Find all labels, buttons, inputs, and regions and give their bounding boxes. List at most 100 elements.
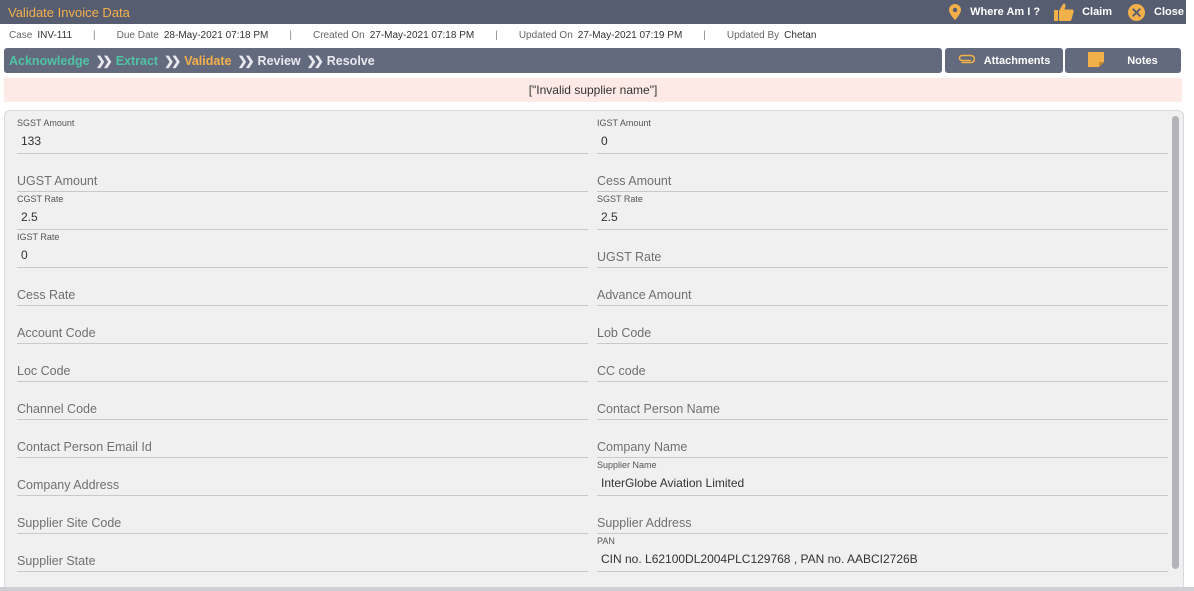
field-placeholder: Loc Code bbox=[17, 364, 71, 378]
updated-on-value: 27-May-2021 07:19 PM bbox=[577, 29, 683, 41]
company-address-field[interactable]: Company Address bbox=[17, 458, 588, 496]
step-acknowledge[interactable]: Acknowledge bbox=[9, 54, 90, 68]
field-placeholder: CC code bbox=[597, 364, 646, 378]
contact-person-name-field[interactable]: Contact Person Name bbox=[597, 382, 1168, 420]
lob-code-field[interactable]: Lob Code bbox=[597, 306, 1168, 344]
created-on-label: Created On bbox=[313, 29, 365, 41]
field-placeholder: Contact Person Name bbox=[597, 402, 720, 416]
company-name-field[interactable]: Company Name bbox=[597, 420, 1168, 458]
ugst-amount-field[interactable]: UGST Amount bbox=[17, 154, 588, 192]
where-am-i-label: Where Am I ? bbox=[970, 6, 1041, 18]
title-bar: Validate Invoice Data Where Am I ? Claim… bbox=[0, 0, 1194, 24]
account-code-field[interactable]: Account Code bbox=[17, 306, 588, 344]
page-scrollbar[interactable] bbox=[1186, 0, 1194, 591]
claim-label: Claim bbox=[1082, 6, 1113, 18]
pan-field[interactable]: PAN CIN no. L62100DL2004PLC129768 , PAN … bbox=[597, 534, 1168, 572]
step-review[interactable]: Review bbox=[258, 54, 301, 68]
case-meta-row: Case INV-111 | Due Date 28-May-2021 07:1… bbox=[0, 24, 1194, 46]
due-date-value: 28-May-2021 07:18 PM bbox=[163, 29, 269, 41]
notes-button[interactable]: Notes bbox=[1065, 48, 1181, 73]
step-resolve[interactable]: Resolve bbox=[327, 54, 375, 68]
igst-amount-field[interactable]: IGST Amount 0 bbox=[597, 116, 1168, 154]
field-value: 0 bbox=[601, 134, 608, 148]
field-placeholder: Supplier Site Code bbox=[17, 516, 122, 530]
channel-code-field[interactable]: Channel Code bbox=[17, 382, 588, 420]
field-placeholder: Company Address bbox=[17, 478, 120, 492]
meta-separator: | bbox=[703, 29, 706, 41]
case-label: Case bbox=[9, 29, 33, 41]
form-scrollbar-thumb[interactable] bbox=[1172, 116, 1179, 569]
close-label: Close bbox=[1154, 6, 1184, 18]
invoice-form-panel: SGST Amount 133 IGST Amount 0 UGST Amoun… bbox=[4, 110, 1184, 591]
window-title: Validate Invoice Data bbox=[8, 4, 130, 20]
meta-separator: | bbox=[289, 29, 292, 41]
sgst-amount-field[interactable]: SGST Amount 133 bbox=[17, 116, 588, 154]
created-on-value: 27-May-2021 07:18 PM bbox=[369, 29, 475, 41]
step-extract[interactable]: Extract bbox=[116, 54, 158, 68]
field-label: IGST Rate bbox=[17, 232, 60, 242]
field-placeholder: Cess Amount bbox=[597, 174, 672, 188]
field-placeholder: Account Code bbox=[17, 326, 96, 340]
field-value: InterGlobe Aviation Limited bbox=[601, 476, 745, 490]
chevron-right-icon: ❯❯ bbox=[164, 53, 181, 68]
sgst-rate-field[interactable]: SGST Rate 2.5 bbox=[597, 192, 1168, 230]
map-pin-icon bbox=[949, 4, 962, 20]
field-value: CIN no. L62100DL2004PLC129768 , PAN no. … bbox=[601, 552, 918, 566]
meta-separator: | bbox=[93, 29, 96, 41]
field-placeholder: Channel Code bbox=[17, 402, 97, 416]
cgst-rate-field[interactable]: CGST Rate 2.5 bbox=[17, 192, 588, 230]
field-label: IGST Amount bbox=[597, 118, 651, 128]
cess-rate-field[interactable]: Cess Rate bbox=[17, 268, 588, 306]
field-label: CGST Rate bbox=[17, 194, 64, 204]
supplier-address-field[interactable]: Supplier Address bbox=[597, 496, 1168, 534]
field-value: 0 bbox=[21, 248, 28, 262]
chevron-right-icon: ❯❯ bbox=[306, 53, 324, 68]
field-placeholder: Lob Code bbox=[597, 326, 652, 340]
close-button[interactable]: Close bbox=[1128, 3, 1184, 21]
supplier-state-field[interactable]: Supplier State bbox=[17, 534, 588, 572]
field-placeholder: Advance Amount bbox=[597, 288, 692, 302]
field-placeholder: Supplier State bbox=[17, 554, 96, 568]
cc-code-field[interactable]: CC code bbox=[597, 344, 1168, 382]
case-value: INV-111 bbox=[37, 29, 73, 41]
attachments-label: Attachments bbox=[983, 54, 1051, 67]
attachments-button[interactable]: Attachments bbox=[945, 48, 1063, 73]
meta-separator: | bbox=[495, 29, 498, 41]
validation-error-banner: ["Invalid supplier name"] bbox=[4, 78, 1182, 102]
step-validate[interactable]: Validate bbox=[184, 54, 231, 68]
supplier-name-field[interactable]: Supplier Name InterGlobe Aviation Limite… bbox=[597, 458, 1168, 496]
cess-amount-field[interactable]: Cess Amount bbox=[597, 154, 1168, 192]
supplier-site-code-field[interactable]: Supplier Site Code bbox=[17, 496, 588, 534]
workflow-steps-bar: Acknowledge ❯❯ Extract ❯❯ Validate ❯❯ Re… bbox=[4, 48, 942, 73]
paperclip-icon bbox=[958, 54, 984, 67]
bottom-scrollbar-track[interactable] bbox=[0, 587, 1194, 591]
field-label: PAN bbox=[597, 536, 615, 546]
chevron-right-icon: ❯❯ bbox=[237, 53, 254, 68]
updated-by-label: Updated By bbox=[726, 29, 780, 41]
field-label: Supplier Name bbox=[597, 460, 657, 470]
note-icon bbox=[1088, 51, 1127, 70]
where-am-i-button[interactable]: Where Am I ? bbox=[949, 4, 1040, 20]
advance-amount-field[interactable]: Advance Amount bbox=[597, 268, 1168, 306]
field-label: SGST Amount bbox=[17, 118, 75, 128]
field-placeholder: Supplier Address bbox=[597, 516, 692, 530]
field-value: 2.5 bbox=[21, 210, 38, 224]
updated-on-label: Updated On bbox=[518, 29, 573, 41]
notes-label: Notes bbox=[1127, 54, 1158, 67]
thumbs-up-icon bbox=[1054, 3, 1074, 21]
field-placeholder: UGST Rate bbox=[597, 250, 662, 264]
field-placeholder: UGST Amount bbox=[17, 174, 98, 188]
contact-person-email-field[interactable]: Contact Person Email Id bbox=[17, 420, 588, 458]
field-label: SGST Rate bbox=[597, 194, 643, 204]
field-placeholder: Cess Rate bbox=[17, 288, 76, 302]
chevron-right-icon: ❯❯ bbox=[95, 53, 113, 68]
igst-rate-field[interactable]: IGST Rate 0 bbox=[17, 230, 588, 268]
field-placeholder: Contact Person Email Id bbox=[17, 440, 152, 454]
loc-code-field[interactable]: Loc Code bbox=[17, 344, 588, 382]
due-date-label: Due Date bbox=[116, 29, 159, 41]
app-window: Validate Invoice Data Where Am I ? Claim… bbox=[0, 0, 1194, 591]
updated-by-value: Chetan bbox=[784, 29, 817, 41]
claim-button[interactable]: Claim bbox=[1054, 3, 1112, 21]
ugst-rate-field[interactable]: UGST Rate bbox=[597, 230, 1168, 268]
field-value: 133 bbox=[21, 134, 42, 148]
